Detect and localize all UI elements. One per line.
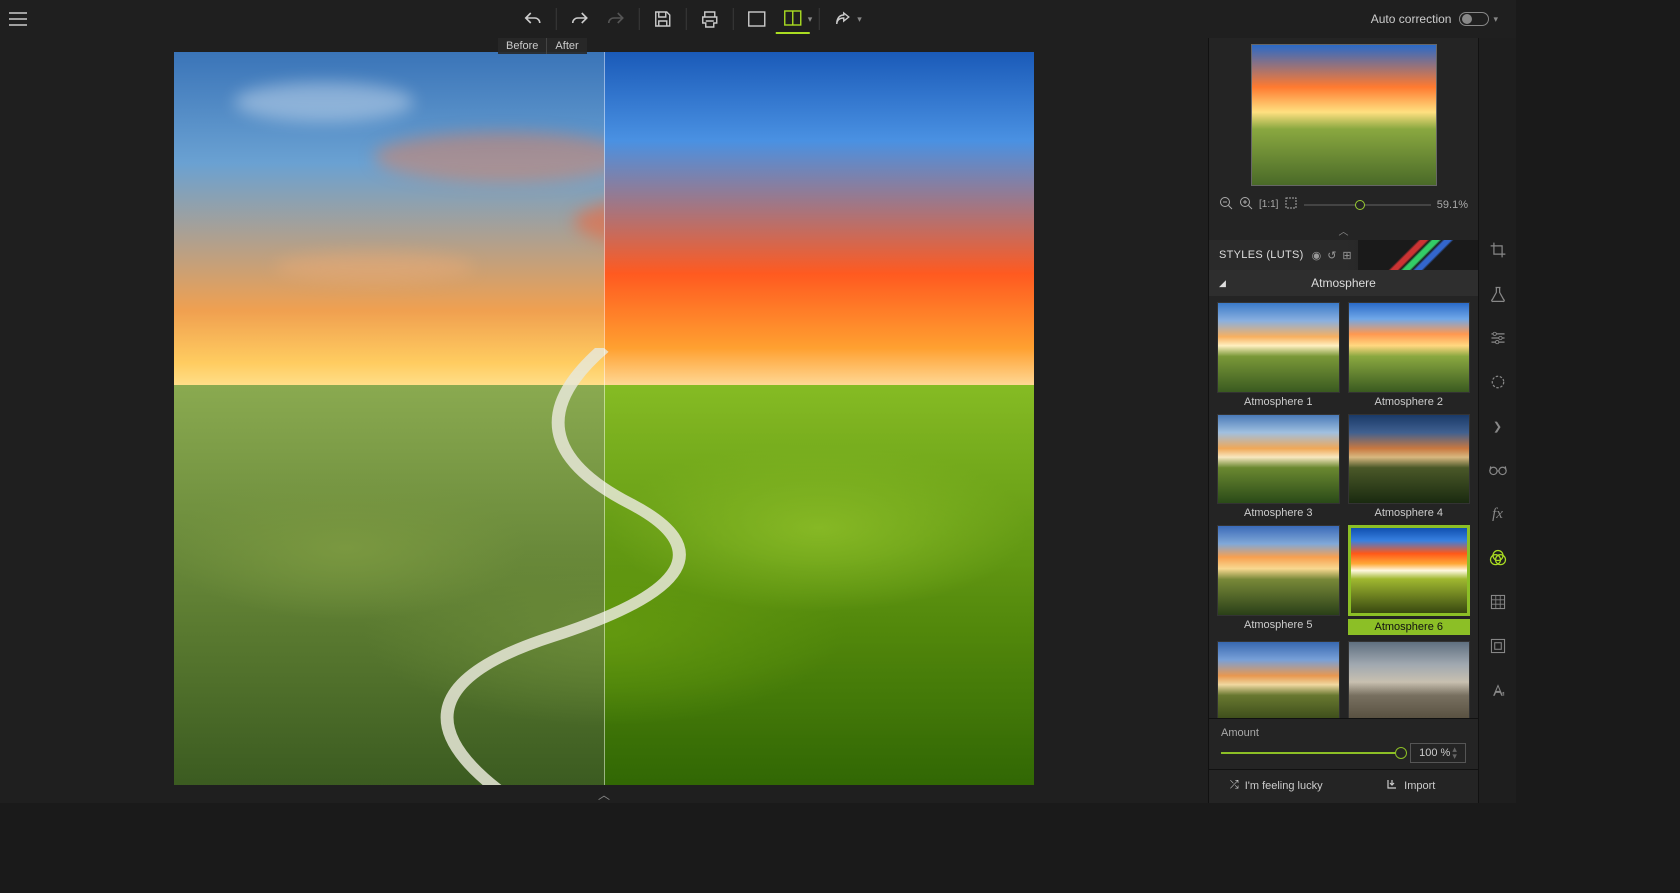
panel-header: STYLES (LUTS) ◉ ↺ ⊞ — [1209, 240, 1478, 270]
navigator-preview[interactable] — [1251, 44, 1437, 186]
preset-label: Atmosphere 4 — [1375, 507, 1443, 519]
selection-icon[interactable] — [1486, 370, 1510, 394]
sliders-icon[interactable] — [1486, 326, 1510, 350]
preset-3[interactable]: Atmosphere 3 — [1217, 414, 1340, 520]
zoom-slider[interactable] — [1304, 204, 1430, 206]
zoom-in-icon[interactable] — [1239, 196, 1253, 213]
split-divider[interactable] — [604, 52, 605, 785]
view-split-button[interactable] — [776, 4, 810, 34]
save-button[interactable] — [646, 4, 680, 34]
zoom-value: 59.1% — [1437, 199, 1468, 211]
preset-8[interactable] — [1348, 641, 1471, 718]
amount-value[interactable]: 100 %▴▾ — [1410, 743, 1466, 763]
preset-1[interactable]: Atmosphere 1 — [1217, 302, 1340, 408]
text-icon[interactable] — [1486, 678, 1510, 702]
redo-button[interactable] — [563, 4, 597, 34]
category-header[interactable]: ◢ Atmosphere — [1209, 270, 1478, 296]
expand-chevron[interactable]: ︿ — [598, 786, 610, 803]
preset-7[interactable] — [1217, 641, 1340, 718]
import-button[interactable]: Import — [1344, 778, 1479, 793]
before-label: Before — [498, 38, 546, 54]
redo-alt-button[interactable] — [599, 4, 633, 34]
auto-correction-toggle[interactable] — [1459, 12, 1489, 26]
preset-5[interactable]: Atmosphere 5 — [1217, 525, 1340, 635]
panel-title: STYLES (LUTS) — [1219, 249, 1304, 261]
preset-2[interactable]: Atmosphere 2 — [1348, 302, 1471, 408]
preset-label: Atmosphere 5 — [1244, 619, 1312, 631]
preset-label: Atmosphere 1 — [1244, 396, 1312, 408]
after-label: After — [546, 38, 586, 54]
panel-decoration — [1358, 240, 1478, 270]
amount-label: Amount — [1221, 727, 1466, 739]
grid-view-icon[interactable]: ⊞ — [1342, 249, 1351, 262]
auto-correction-dropdown[interactable]: ▾ — [1493, 14, 1498, 25]
canvas-area: ︿ — [0, 38, 1208, 803]
frame-icon[interactable] — [1486, 634, 1510, 658]
before-after-labels: Before After — [498, 38, 587, 54]
preset-4[interactable]: Atmosphere 4 — [1348, 414, 1471, 520]
glasses-icon[interactable] — [1486, 458, 1510, 482]
side-panel: [1:1] 59.1% ︿ STYLES (LUTS) ◉ ↺ ⊞ ◢ Atmo… — [1208, 38, 1478, 803]
photo-preview[interactable] — [174, 52, 1034, 785]
undo-button[interactable] — [516, 4, 550, 34]
print-button[interactable] — [693, 4, 727, 34]
reset-icon[interactable]: ↺ — [1327, 249, 1336, 262]
zoom-out-icon[interactable] — [1219, 196, 1233, 213]
fx-icon[interactable]: fx — [1486, 502, 1510, 526]
import-icon — [1386, 778, 1398, 793]
tool-strip: ❯ fx — [1478, 38, 1516, 803]
expand-tools[interactable]: ❯ — [1486, 414, 1510, 438]
eye-icon[interactable]: ◉ — [1312, 249, 1322, 262]
amount-slider[interactable] — [1221, 752, 1402, 754]
view-dropdown[interactable]: ▾ — [808, 14, 813, 25]
shuffle-icon: ⤮ — [1230, 779, 1239, 792]
grid-icon[interactable] — [1486, 590, 1510, 614]
category-name: Atmosphere — [1311, 276, 1376, 290]
crop-icon[interactable] — [1486, 238, 1510, 262]
preset-6[interactable]: Atmosphere 6 — [1348, 525, 1471, 635]
feeling-lucky-button[interactable]: ⤮ I'm feeling lucky — [1209, 778, 1344, 793]
preset-label: Atmosphere 6 — [1348, 619, 1471, 635]
auto-correction-label: Auto correction — [1371, 12, 1452, 26]
preset-label: Atmosphere 2 — [1375, 396, 1443, 408]
menu-button[interactable] — [0, 0, 36, 38]
share-button[interactable] — [825, 4, 859, 34]
toolbar: ▾ ▾ Auto correction ▾ — [0, 0, 1516, 38]
collapse-navigator[interactable]: ︿ — [1209, 221, 1478, 240]
flask-icon[interactable] — [1486, 282, 1510, 306]
zoom-fit-icon[interactable]: [1:1] — [1259, 199, 1278, 210]
view-single-button[interactable] — [740, 4, 774, 34]
venn-icon[interactable] — [1486, 546, 1510, 570]
preset-label: Atmosphere 3 — [1244, 507, 1312, 519]
preset-grid: Atmosphere 1 Atmosphere 2 Atmosphere 3 Atmo… — [1209, 296, 1478, 718]
share-dropdown[interactable]: ▾ — [857, 14, 862, 25]
zoom-actual-icon[interactable] — [1284, 196, 1298, 213]
